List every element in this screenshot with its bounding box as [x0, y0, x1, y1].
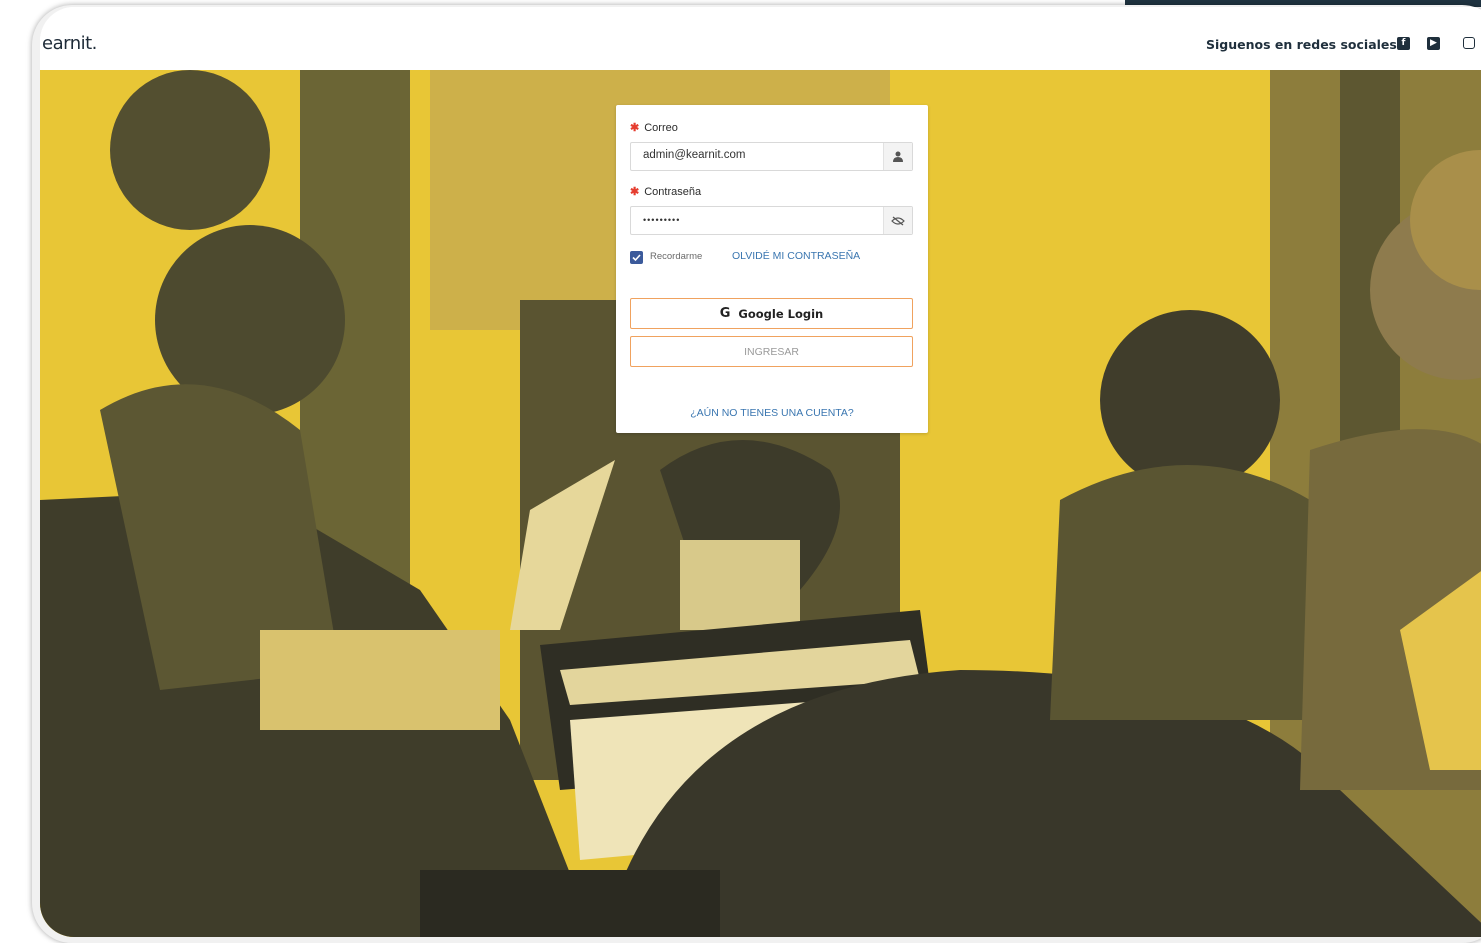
- submit-button[interactable]: INGRESAR: [630, 336, 913, 367]
- remember-label[interactable]: Recordarme: [650, 251, 702, 262]
- instagram-icon[interactable]: [1463, 37, 1475, 49]
- email-label: ✱ Correo: [630, 121, 678, 134]
- google-icon: G: [719, 306, 731, 321]
- eye-slash-icon[interactable]: [883, 207, 912, 234]
- user-icon: [883, 143, 912, 170]
- google-login-label: Google Login: [738, 306, 824, 321]
- facebook-icon[interactable]: f: [1397, 37, 1410, 50]
- app-logo[interactable]: earnit.: [42, 33, 97, 54]
- email-label-text: Correo: [644, 122, 678, 134]
- check-icon: [632, 254, 641, 262]
- email-field[interactable]: [630, 142, 913, 171]
- top-navbar: earnit. Siguenos en redes sociales f ▶: [40, 7, 1481, 71]
- google-login-button[interactable]: G Google Login: [630, 298, 913, 329]
- password-label: ✱ Contraseña: [630, 185, 701, 198]
- email-input[interactable]: [643, 149, 873, 161]
- password-field[interactable]: [630, 206, 913, 235]
- password-input[interactable]: [643, 215, 873, 225]
- signup-link[interactable]: ¿AÚN NO TIENES UNA CUENTA?: [616, 407, 928, 419]
- required-icon: ✱: [630, 186, 640, 198]
- password-label-text: Contraseña: [644, 186, 702, 198]
- youtube-icon[interactable]: ▶: [1427, 37, 1440, 50]
- social-text: Siguenos en redes sociales: [1206, 37, 1397, 52]
- forgot-password-link[interactable]: OLVIDÉ MI CONTRASEÑA: [732, 250, 860, 262]
- login-card: ✱ Correo ✱ Contraseña Recordarme: [616, 105, 928, 433]
- device-frame: earnit. Siguenos en redes sociales f ▶ ✱…: [32, 5, 1481, 943]
- browser-screen: earnit. Siguenos en redes sociales f ▶ ✱…: [40, 7, 1481, 937]
- required-icon: ✱: [630, 122, 640, 134]
- remember-checkbox[interactable]: [630, 251, 643, 264]
- submit-label: INGRESAR: [744, 345, 799, 358]
